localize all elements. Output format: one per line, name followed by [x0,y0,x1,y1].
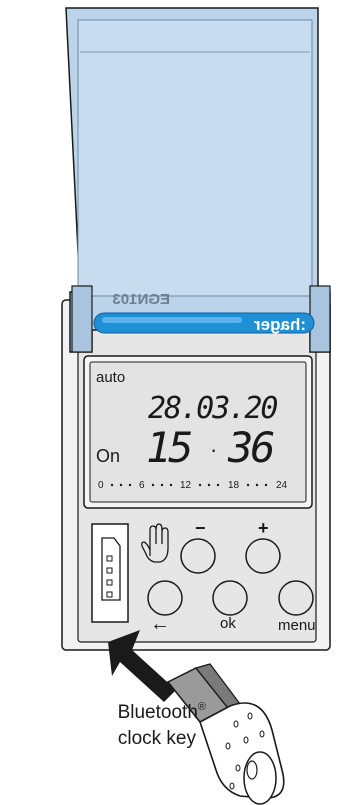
timeline-6: 6 [139,480,145,491]
brand-label-mirrored: :hager [254,315,306,334]
cover-window [77,19,313,297]
lcd-time-colon: · [210,437,217,462]
lcd-time-hours: 15 [146,423,191,472]
menu-button[interactable] [278,580,314,616]
lcd-mode: auto [96,369,125,386]
timeline-12: 12 [180,480,192,491]
minus-label: − [195,518,206,538]
timeline-0: 0 [98,480,104,491]
cover-hinge-left [71,285,93,353]
brand-bar-highlight [102,317,242,323]
timeline-24: 24 [276,480,288,491]
timeline-18: 18 [228,480,240,491]
caption-line2: clock key [118,728,197,749]
ok-label: ok [220,615,236,632]
plus-label: + [258,518,269,538]
ok-button[interactable] [212,580,248,616]
model-label-mirrored: EGN103 [112,291,170,308]
caption-registered: ® [198,701,206,713]
caption-line1: Bluetooth® [118,701,206,723]
lcd-time-minutes: 36 [227,423,274,472]
menu-label: menu [278,617,316,634]
back-button[interactable] [147,580,183,616]
caption-bluetooth: Bluetooth [118,702,198,723]
lcd-state: On [96,446,120,466]
back-arrow-icon: ← [150,613,170,635]
key-slot-inner [101,537,121,601]
timer-diagram: EGN103 :hager auto 28.03.20 On 15 · 36 0… [61,7,331,805]
minus-button[interactable] [180,538,216,574]
lcd-date: 28.03.20 [148,391,277,426]
plus-button[interactable] [245,538,281,574]
